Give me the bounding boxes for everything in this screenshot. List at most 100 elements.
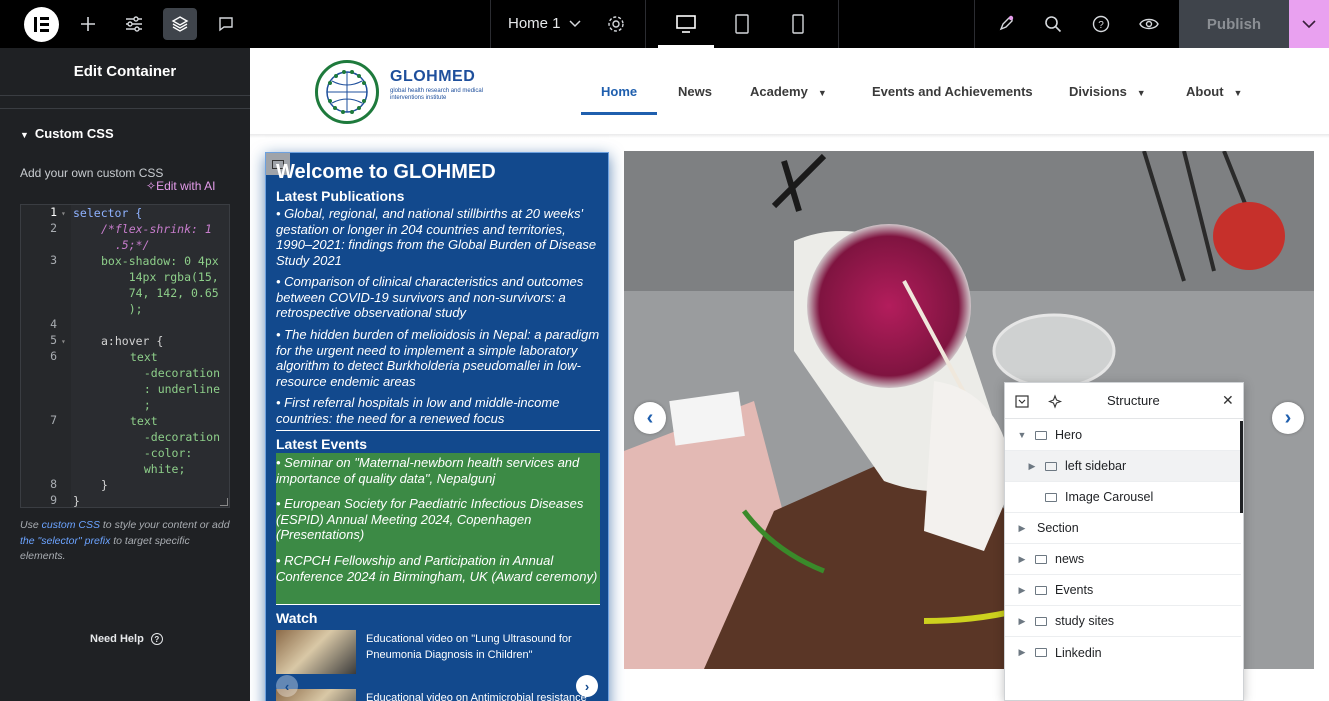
chevron-right-icon[interactable]: › (576, 675, 598, 697)
comment-icon[interactable] (209, 8, 243, 40)
event-item[interactable]: • Seminar on "Maternal-newborn health se… (276, 455, 601, 486)
structure-item-study-sites[interactable]: ▶ study sites (1005, 606, 1241, 637)
structure-header: Structure ✕ (1005, 383, 1243, 419)
video-title[interactable]: Educational video on Antimicrobial resis… (366, 690, 596, 701)
document-title[interactable]: Home 1 (508, 15, 561, 32)
nav-divisions[interactable]: Divisions ▼ (1069, 84, 1146, 99)
line-number: 1 (50, 205, 57, 219)
layers-icon[interactable] (163, 8, 197, 40)
add-icon[interactable] (71, 8, 105, 40)
nav-about[interactable]: About ▼ (1186, 84, 1242, 99)
caret-down-icon: ▼ (1136, 88, 1146, 98)
svg-text:?: ? (1098, 20, 1104, 31)
editor-top-bar: Home 1 ? Publish (0, 0, 1329, 48)
code-line: text -decoration : underline ; (130, 350, 221, 412)
structure-item-label: Events (1055, 583, 1094, 597)
structure-item-left-sidebar[interactable]: ▶ left sidebar (1005, 451, 1241, 482)
logo-name[interactable]: GLOHMED (390, 68, 475, 86)
nav-events-and-achievements[interactable]: Events and Achievements (872, 84, 1033, 99)
container-icon (1035, 648, 1047, 657)
event-item[interactable]: • RCPCH Fellowship and Participation in … (276, 553, 601, 584)
widget-icon (1045, 492, 1057, 502)
publish-options-button[interactable] (1289, 0, 1329, 48)
container-icon (1045, 461, 1057, 471)
structure-item-section[interactable]: ▶ Section (1005, 513, 1241, 544)
nav-home[interactable]: Home (601, 84, 637, 99)
eye-icon[interactable] (1132, 8, 1166, 40)
nav-academy-label: Academy (750, 84, 808, 99)
selector-prefix-link[interactable]: the "selector" prefix (20, 535, 110, 547)
help-icon[interactable]: ? (1084, 8, 1118, 40)
divider (645, 0, 646, 48)
scrollbar[interactable] (1240, 421, 1243, 513)
container-icon (1035, 585, 1047, 595)
custom-css-description: Add your own custom CSS (20, 166, 164, 180)
chevron-down-icon[interactable] (558, 8, 592, 40)
carousel-next-button[interactable]: › (1272, 402, 1304, 434)
structure-item-linkedin[interactable]: ▶ Linkedin (1005, 637, 1241, 668)
container-icon (1035, 616, 1047, 626)
caret-down-icon: ▼ (20, 130, 29, 140)
caret-down-icon: ▼ (1233, 88, 1243, 98)
mobile-icon[interactable] (781, 8, 815, 40)
structure-item-news[interactable]: ▶ news (1005, 544, 1241, 575)
tablet-icon[interactable] (725, 8, 759, 40)
elementor-logo-icon[interactable] (24, 7, 59, 42)
structure-item-label: left sidebar (1065, 459, 1127, 473)
video-title[interactable]: Educational video on "Lung Ultrasound fo… (366, 631, 596, 663)
publication-item[interactable]: • First referral hospitals in low and mi… (276, 395, 601, 426)
line-number: 6 (50, 349, 57, 363)
structure-item-label: news (1055, 552, 1085, 566)
edit-with-ai-link[interactable]: ✧Edit with AI (146, 179, 215, 193)
css-code-editor[interactable]: 1 2 3 4 5 6 7 8 9 ▾ ▾ selector { /*flex-… (20, 204, 230, 508)
chevron-down-icon (1302, 19, 1316, 28)
line-number: 4 (50, 317, 57, 331)
carousel-prev-button[interactable]: ‹ (634, 402, 666, 434)
code-line: a:hover { (101, 334, 164, 348)
divider (276, 604, 600, 605)
structure-item-image-carousel[interactable]: Image Carousel (1005, 482, 1241, 513)
publication-item[interactable]: • Global, regional, and national stillbi… (276, 206, 601, 268)
resize-handle[interactable] (220, 498, 228, 506)
editor-panel: Edit Container ▼ Custom CSS Add your own … (0, 48, 250, 701)
structure-item-events[interactable]: ▶ Events (1005, 575, 1241, 606)
nav-about-label: About (1186, 84, 1224, 99)
watch-heading: Watch (276, 610, 318, 626)
help-text-part: Use (20, 519, 39, 531)
gear-icon[interactable] (599, 8, 633, 40)
sliders-icon[interactable] (117, 8, 151, 40)
structure-item-hero[interactable]: ▼ Hero (1005, 420, 1241, 451)
glohmed-logo-icon[interactable] (315, 60, 379, 124)
divider (974, 0, 975, 48)
left-sidebar-container[interactable]: Welcome to GLOHMED Latest Publications •… (265, 152, 609, 701)
nav-news[interactable]: News (678, 84, 712, 99)
divider (838, 0, 839, 48)
custom-css-link[interactable]: custom CSS (42, 519, 100, 531)
fold-icon[interactable]: ▾ (61, 209, 66, 218)
events-heading: Latest Events (276, 436, 368, 452)
video-thumbnail[interactable] (276, 630, 356, 674)
nav-academy[interactable]: Academy ▼ (750, 84, 827, 99)
search-icon[interactable] (1036, 8, 1070, 40)
chevron-left-icon[interactable]: ‹ (276, 675, 298, 697)
divider (276, 430, 600, 431)
code-line: } (73, 494, 80, 508)
custom-css-section-toggle[interactable]: ▼ Custom CSS (20, 126, 114, 141)
ai-sparkle-icon: ✧ (146, 179, 157, 193)
event-item[interactable]: • European Society for Paediatric Infect… (276, 496, 601, 543)
desktop-icon[interactable] (669, 8, 703, 40)
code-line: box-shadow: 0 4px 14px rgba(15, 74, 142,… (101, 254, 219, 316)
fold-icon[interactable]: ▾ (61, 337, 66, 346)
publication-item[interactable]: • The hidden burden of melioidosis in Ne… (276, 327, 601, 389)
section-title: Custom CSS (34, 126, 114, 141)
chevron-right-icon: › (1284, 406, 1292, 429)
ai-sparkle-icon[interactable] (1048, 394, 1063, 409)
chevron-left-icon: ‹ (646, 406, 654, 429)
publication-item[interactable]: • Comparison of clinical characteristics… (276, 274, 601, 321)
publish-button[interactable]: Publish (1179, 0, 1289, 48)
need-help-link[interactable]: Need Help ? (90, 633, 163, 645)
close-icon[interactable]: ✕ (1222, 392, 1234, 409)
collapse-all-icon[interactable] (1015, 395, 1029, 408)
caret-right-icon: ▶ (1018, 615, 1026, 626)
rocket-icon[interactable] (989, 8, 1023, 40)
